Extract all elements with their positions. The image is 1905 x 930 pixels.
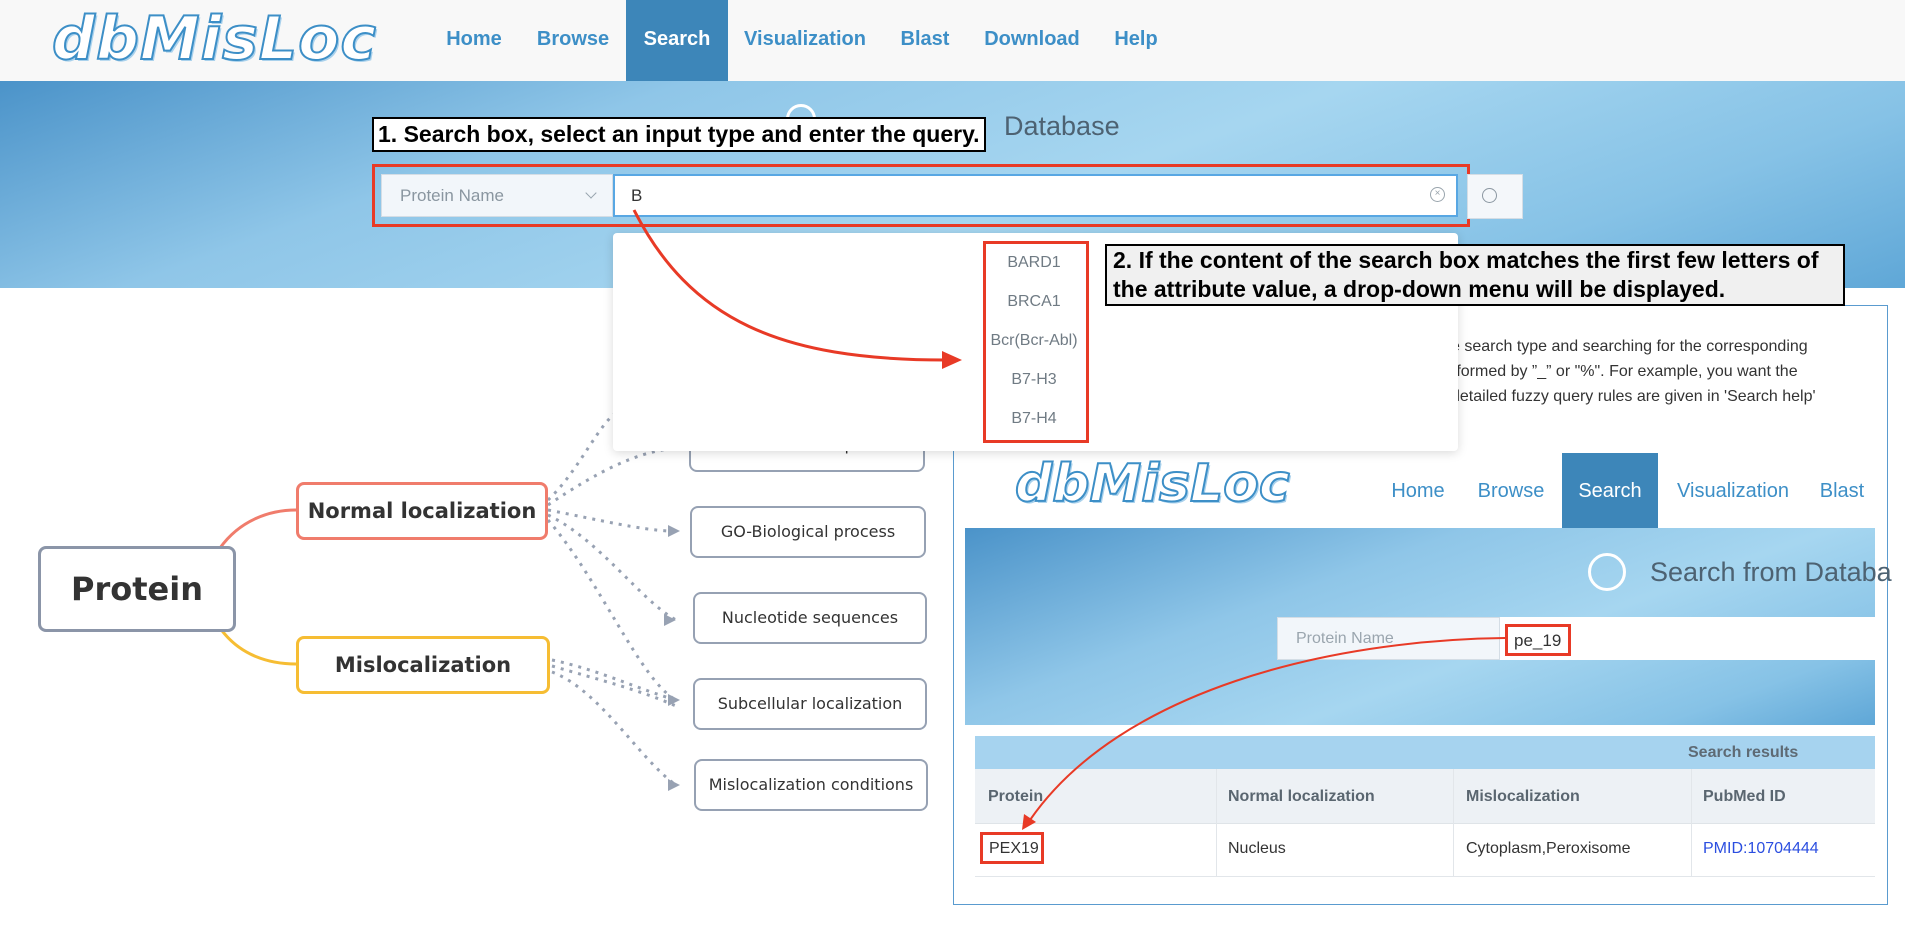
- annotation-arrows: [632, 209, 1506, 830]
